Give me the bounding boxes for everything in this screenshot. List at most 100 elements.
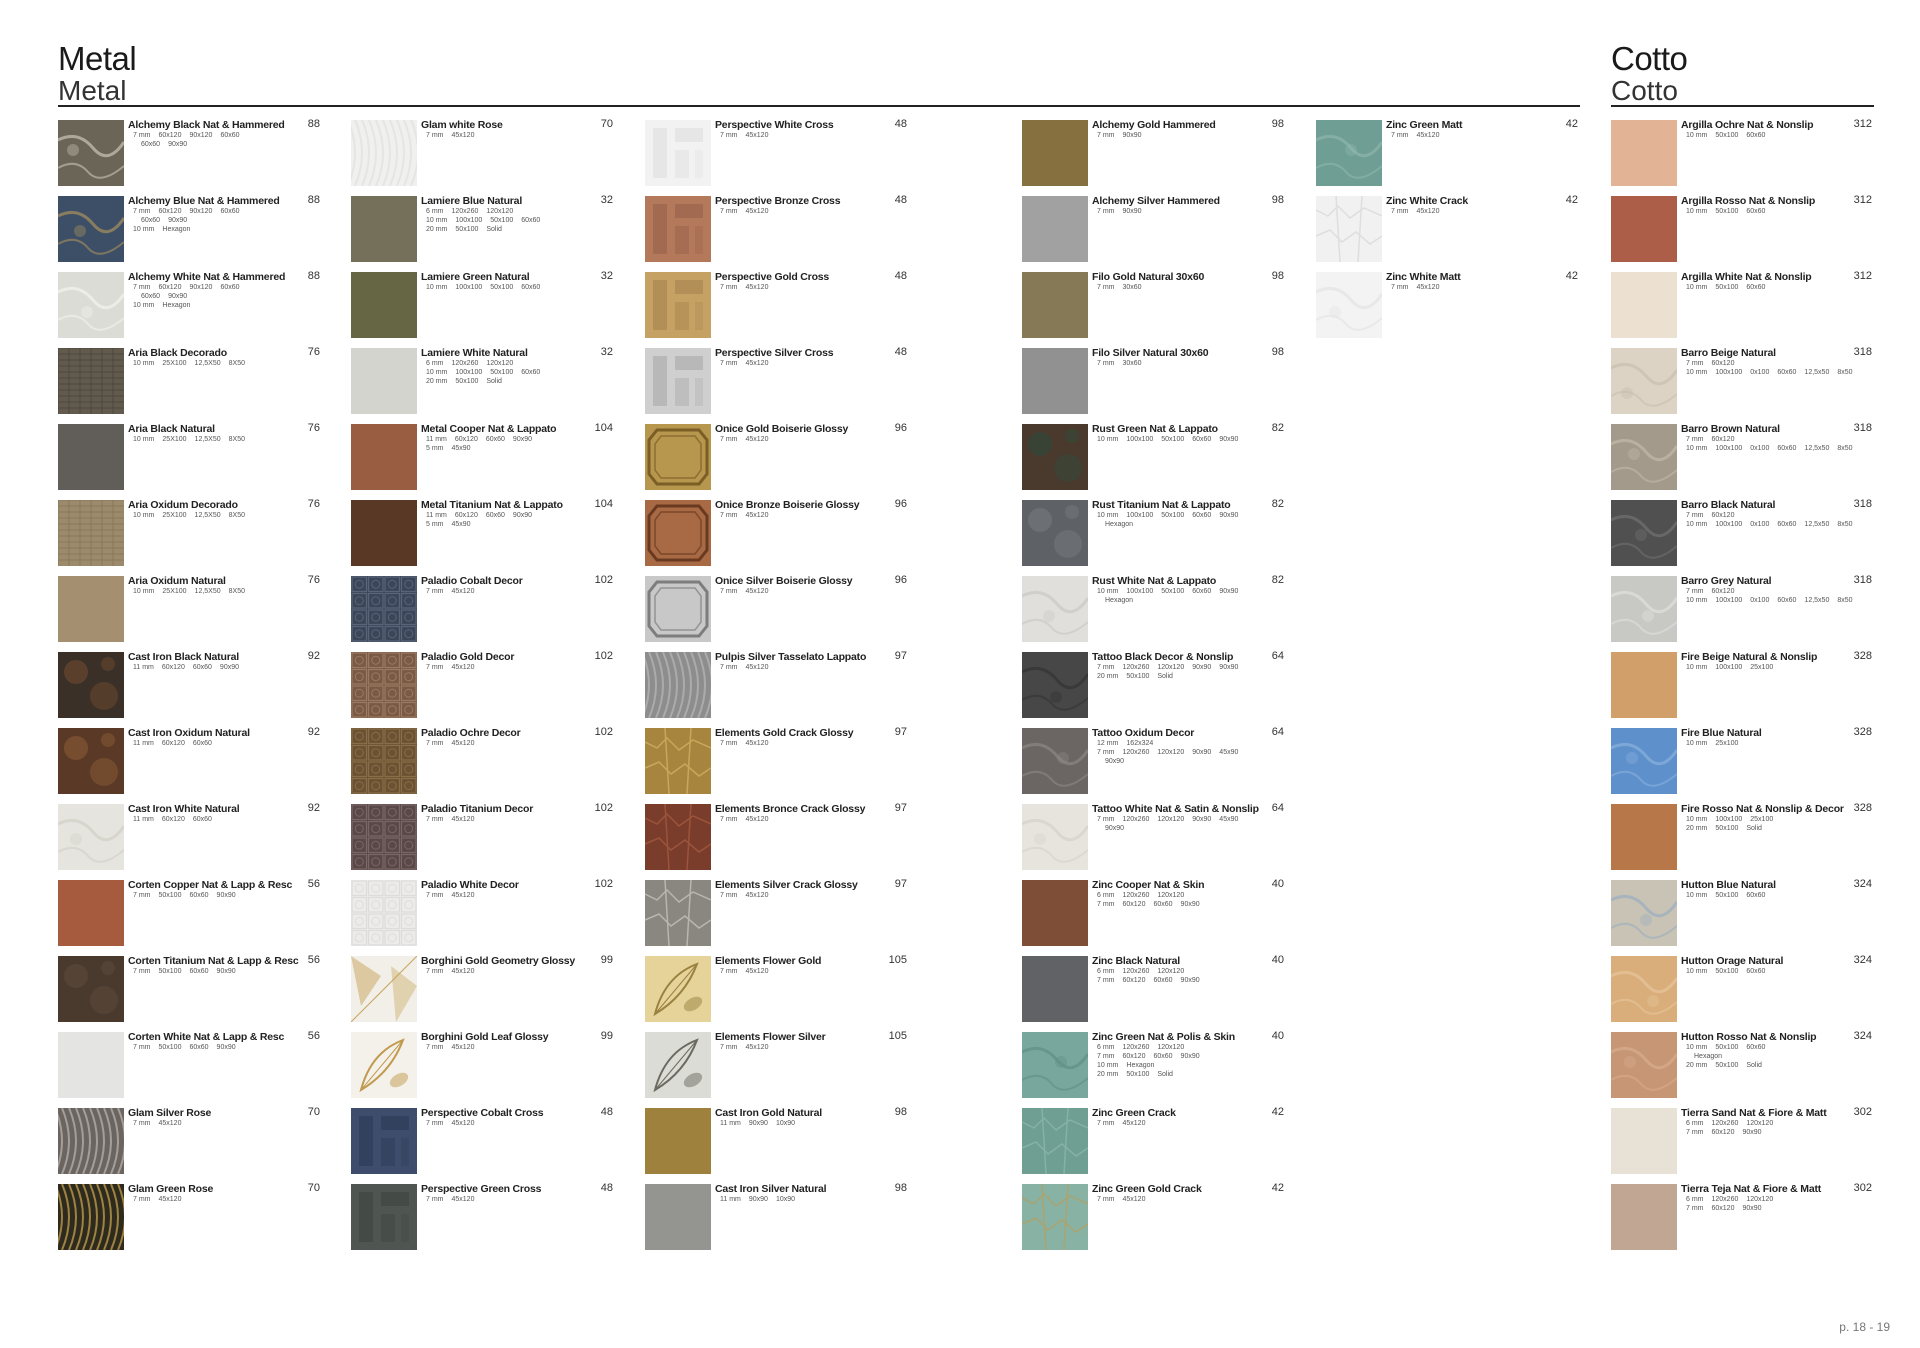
spec-value: 90x90 [168, 293, 188, 300]
product-item: Cast Iron Silver Natural 11 mm 90x90 10x90 9… [645, 1182, 909, 1258]
spec-value: 7 mm [720, 436, 738, 443]
product-name: Perspective Gold Cross [715, 271, 830, 283]
product-name: Onice Bronze Boiserie Glossy [715, 499, 860, 511]
catalog-page-ref: 98 [894, 1182, 907, 1194]
spec-value: 6 mm [1686, 1196, 1704, 1203]
spec-value: 45x120 [745, 588, 769, 595]
product-name: Filo Gold Natural 30x60 [1092, 271, 1205, 283]
catalog-page-ref: 302 [1853, 1106, 1872, 1118]
product-name: Zinc White Matt [1386, 271, 1461, 283]
product-specs: 6 mm 120x260 120x120 10 mm 100x100 50x100 60x6… [426, 359, 548, 386]
catalog-page-ref: 32 [600, 346, 613, 358]
tile-swatch-image [58, 196, 124, 262]
spec-line: 10 mm Hexagon [1097, 1061, 1208, 1070]
spec-value: 7 mm [426, 968, 444, 975]
product-name: Tattoo Oxidum Decor [1092, 727, 1195, 739]
metal-title: Metal [58, 40, 137, 77]
product-column-2: Glam white Rose 7 mm 45x120 70 Lamiere Blue … [351, 118, 615, 1258]
spec-value: 100x100 [1715, 597, 1743, 604]
product-specs: 11 mm 60x120 60x60 90x90 [133, 663, 247, 672]
spec-value: 120x120 [486, 360, 514, 367]
product-specs: 12 mm 162x324 7 mm 120x260 120x120 90x90 45x90… [1097, 739, 1246, 766]
spec-line: 7 mm 45x120 [426, 587, 482, 596]
spec-value: 7 mm [1097, 977, 1115, 984]
spec-value: 90x90 [219, 664, 239, 671]
spec-value: 90x90 [1742, 1129, 1762, 1136]
spec-line: 7 mm 45x120 [426, 131, 482, 140]
catalog-page-ref: 99 [600, 954, 613, 966]
product-item: Lamiere White Natural 6 mm 120x260 120x120 1… [351, 346, 615, 422]
product-item: Lamiere Blue Natural 6 mm 120x260 120x120 10… [351, 194, 615, 270]
product-specs: 11 mm 60x120 60x60 90x90 5 mm 45x90 [426, 435, 540, 453]
spec-value: 60x60 [220, 132, 240, 139]
tile-swatch-image [58, 120, 124, 186]
spec-value: 45x120 [451, 588, 475, 595]
spec-value: 60x120 [1122, 1053, 1146, 1060]
product-name: Zinc White Crack [1386, 195, 1468, 207]
spec-value: 10 mm [1686, 740, 1708, 747]
product-specs: 6 mm 120x260 120x120 7 mm 60x120 90x90 [1686, 1119, 1781, 1137]
product-specs: 7 mm 45x120 [720, 359, 776, 368]
product-specs: 7 mm 45x120 [426, 663, 482, 672]
spec-value: 45x120 [745, 740, 769, 747]
tile-swatch-image [351, 196, 417, 262]
spec-value: 7 mm [426, 1120, 444, 1127]
tile-swatch-image [645, 1184, 711, 1250]
spec-value: 50x100 [1161, 588, 1185, 595]
spec-value: 45x120 [1416, 208, 1440, 215]
tile-swatch-image [351, 956, 417, 1022]
product-name: Hutton Blue Natural [1681, 879, 1776, 891]
spec-value: 60x60 [141, 293, 161, 300]
product-name: Barro Brown Natural [1681, 423, 1780, 435]
spec-value: 60x60 [1192, 588, 1212, 595]
catalog-page-ref: 56 [307, 878, 320, 890]
spec-value: 30x60 [1122, 360, 1142, 367]
product-specs: 7 mm 45x120 [426, 131, 482, 140]
product-specs: 11 mm 60x120 60x60 [133, 739, 220, 748]
product-specs: 10 mm 50x100 60x60 [1686, 131, 1773, 140]
spec-line: 10 mm 100x100 0x100 60x60 12,5x50 8x50 [1686, 444, 1861, 453]
spec-value: 7 mm [426, 1196, 444, 1203]
spec-value: 60x60 [1746, 1044, 1766, 1051]
spec-value: 60x60 [189, 1044, 209, 1051]
catalog-page-ref: 82 [1271, 498, 1284, 510]
product-item: Elements Flower Silver 7 mm 45x120 105 [645, 1030, 909, 1106]
spec-line: 90x90 [1097, 757, 1246, 766]
product-name: Cast Iron Black Natural [128, 651, 239, 663]
product-specs: 10 mm 100x100 50x100 60x60 [426, 283, 548, 292]
product-name: Rust Titanium Nat & Lappato [1092, 499, 1231, 511]
product-specs: 7 mm 45x120 [720, 891, 776, 900]
tile-swatch-image [1022, 1184, 1088, 1250]
spec-value: 50x100 [1715, 892, 1739, 899]
spec-value: 50x100 [1715, 284, 1739, 291]
spec-line: 7 mm 45x120 [426, 1119, 482, 1128]
product-item: Glam white Rose 7 mm 45x120 70 [351, 118, 615, 194]
spec-value: 10 mm [1097, 588, 1119, 595]
spec-value: 25x100 [1750, 816, 1774, 823]
spec-value: 10 mm [1686, 208, 1708, 215]
tile-swatch-image [1611, 424, 1677, 490]
product-item: Rust Green Nat & Lappato 10 mm 100x100 50x1… [1022, 422, 1286, 498]
spec-value: 10 mm [1686, 132, 1708, 139]
spec-value: 45x120 [745, 436, 769, 443]
spec-line: 11 mm 90x90 10x90 [720, 1195, 803, 1204]
spec-value: 90x90 [168, 141, 188, 148]
product-name: Argilla Rosso Nat & Nonslip [1681, 195, 1816, 207]
product-specs: 7 mm 50x100 60x60 90x90 [133, 891, 244, 900]
catalog-page-ref: 70 [600, 118, 613, 130]
product-item: Paladio Gold Decor 7 mm 45x120 102 [351, 650, 615, 726]
spec-line: 6 mm 120x260 120x120 [1097, 967, 1208, 976]
catalog-page-ref: 328 [1853, 726, 1872, 738]
spec-value: Solid [1157, 673, 1173, 680]
spec-value: 60x60 [1746, 132, 1766, 139]
product-name: Paladio White Decor [421, 879, 519, 891]
spec-value: 60x60 [1192, 512, 1212, 519]
spec-value: 60x60 [1746, 892, 1766, 899]
spec-value: 50x100 [1126, 673, 1150, 680]
product-name: Metal Titanium Nat & Lappato [421, 499, 563, 511]
product-item: Cast Iron Oxidum Natural 11 mm 60x120 60x60… [58, 726, 322, 802]
catalog-page-ref: 42 [1271, 1106, 1284, 1118]
product-item: Zinc White Crack 7 mm 45x120 42 [1316, 194, 1580, 270]
spec-value: 7 mm [133, 968, 151, 975]
product-specs: 7 mm 45x120 [1391, 207, 1447, 216]
